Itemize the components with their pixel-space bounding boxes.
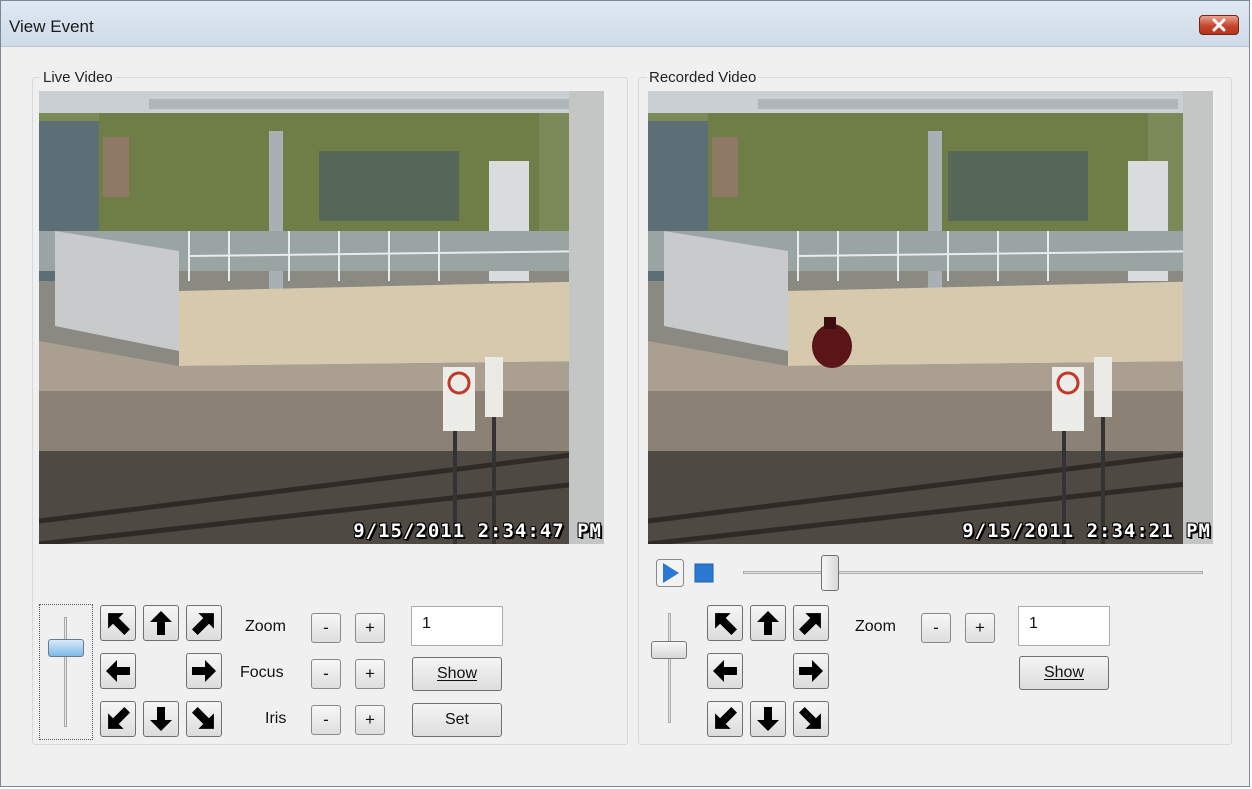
- recorded-zoom-minus-button[interactable]: -: [921, 613, 951, 643]
- arrow-left-icon: [104, 657, 132, 685]
- recorded-pan-left-button[interactable]: [707, 653, 743, 689]
- recorded-pan-up-right-button[interactable]: [793, 605, 829, 641]
- recorded-pan-up-button[interactable]: [750, 605, 786, 641]
- arrow-right-icon: [797, 657, 825, 685]
- arrow-up-icon: [754, 609, 782, 637]
- recorded-zoom-label: Zoom: [855, 618, 896, 635]
- arrow-down-icon: [147, 705, 175, 733]
- recorded-zoom-slider[interactable]: [647, 611, 693, 729]
- live-iris-label: Iris: [265, 710, 287, 727]
- recorded-video-timestamp: 9/15/2011 2:34:21 PM: [962, 520, 1211, 542]
- arrow-right-icon: [190, 657, 218, 685]
- stop-icon: [694, 563, 714, 583]
- recorded-pan-down-button[interactable]: [750, 701, 786, 737]
- live-slider-track: [64, 617, 67, 727]
- recorded-value-field[interactable]: 1: [1018, 606, 1110, 646]
- close-icon: [1212, 18, 1226, 32]
- playback-slider-thumb[interactable]: [821, 555, 840, 591]
- recorded-pan-up-left-button[interactable]: [707, 605, 743, 641]
- live-video-image: [39, 91, 604, 544]
- recorded-video-feed: 9/15/2011 2:34:21 PM: [648, 91, 1213, 544]
- live-focus-plus-button[interactable]: +: [355, 659, 385, 689]
- recorded-pan-down-right-button[interactable]: [793, 701, 829, 737]
- arrow-up-right-icon: [797, 609, 825, 637]
- recorded-pan-down-left-button[interactable]: [707, 701, 743, 737]
- close-button[interactable]: [1199, 15, 1239, 35]
- recorded-slider-track: [668, 613, 671, 723]
- arrow-down-icon: [754, 705, 782, 733]
- live-set-label: Set: [444, 711, 469, 728]
- live-video-feed: 9/15/2011 2:34:47 PM: [39, 91, 604, 544]
- live-pan-left-button[interactable]: [100, 653, 136, 689]
- live-value-field[interactable]: 1: [411, 606, 503, 646]
- window-title: View Event: [9, 17, 94, 36]
- stop-button[interactable]: [691, 559, 719, 587]
- live-iris-minus-button[interactable]: -: [311, 705, 341, 735]
- arrow-down-right-icon: [190, 705, 218, 733]
- live-pan-down-right-button[interactable]: [186, 701, 222, 737]
- live-zoom-plus-button[interactable]: +: [355, 613, 385, 643]
- arrow-up-left-icon: [104, 609, 132, 637]
- recorded-zoom-plus-button[interactable]: +: [965, 613, 995, 643]
- recorded-slider-thumb[interactable]: [651, 641, 687, 659]
- playback-slider-track[interactable]: [743, 571, 1203, 574]
- play-button[interactable]: [656, 559, 684, 587]
- live-pan-right-button[interactable]: [186, 653, 222, 689]
- live-iris-plus-button[interactable]: +: [355, 705, 385, 735]
- live-pan-up-right-button[interactable]: [186, 605, 222, 641]
- live-pan-up-left-button[interactable]: [100, 605, 136, 641]
- live-focus-minus-button[interactable]: -: [311, 659, 341, 689]
- live-focus-label: Focus: [240, 664, 284, 681]
- live-video-timestamp: 9/15/2011 2:34:47 PM: [353, 520, 602, 542]
- live-pan-down-button[interactable]: [143, 701, 179, 737]
- arrow-up-icon: [147, 609, 175, 637]
- arrow-left-icon: [711, 657, 739, 685]
- arrow-down-left-icon: [104, 705, 132, 733]
- recorded-video-image: [648, 91, 1213, 544]
- arrow-up-right-icon: [190, 609, 218, 637]
- recorded-show-button[interactable]: Show: [1019, 656, 1109, 690]
- live-slider-thumb[interactable]: [48, 639, 84, 657]
- arrow-down-right-icon: [797, 705, 825, 733]
- live-show-button[interactable]: Show: [412, 657, 502, 691]
- live-show-label: Show: [436, 665, 478, 682]
- live-pan-up-button[interactable]: [143, 605, 179, 641]
- live-pan-down-left-button[interactable]: [100, 701, 136, 737]
- arrow-up-left-icon: [711, 609, 739, 637]
- live-zoom-minus-button[interactable]: -: [311, 613, 341, 643]
- recorded-show-label: Show: [1043, 664, 1085, 681]
- live-zoom-label: Zoom: [245, 618, 286, 635]
- recorded-video-label: Recorded Video: [647, 69, 759, 86]
- arrow-down-left-icon: [711, 705, 739, 733]
- title-bar: View Event: [1, 1, 1249, 47]
- live-zoom-slider[interactable]: [39, 604, 93, 740]
- view-event-window: View Event Live Video 9/15/2011 2:34:47 …: [0, 0, 1250, 787]
- live-video-label: Live Video: [41, 69, 115, 86]
- live-set-button[interactable]: Set: [412, 703, 502, 737]
- recorded-pan-right-button[interactable]: [793, 653, 829, 689]
